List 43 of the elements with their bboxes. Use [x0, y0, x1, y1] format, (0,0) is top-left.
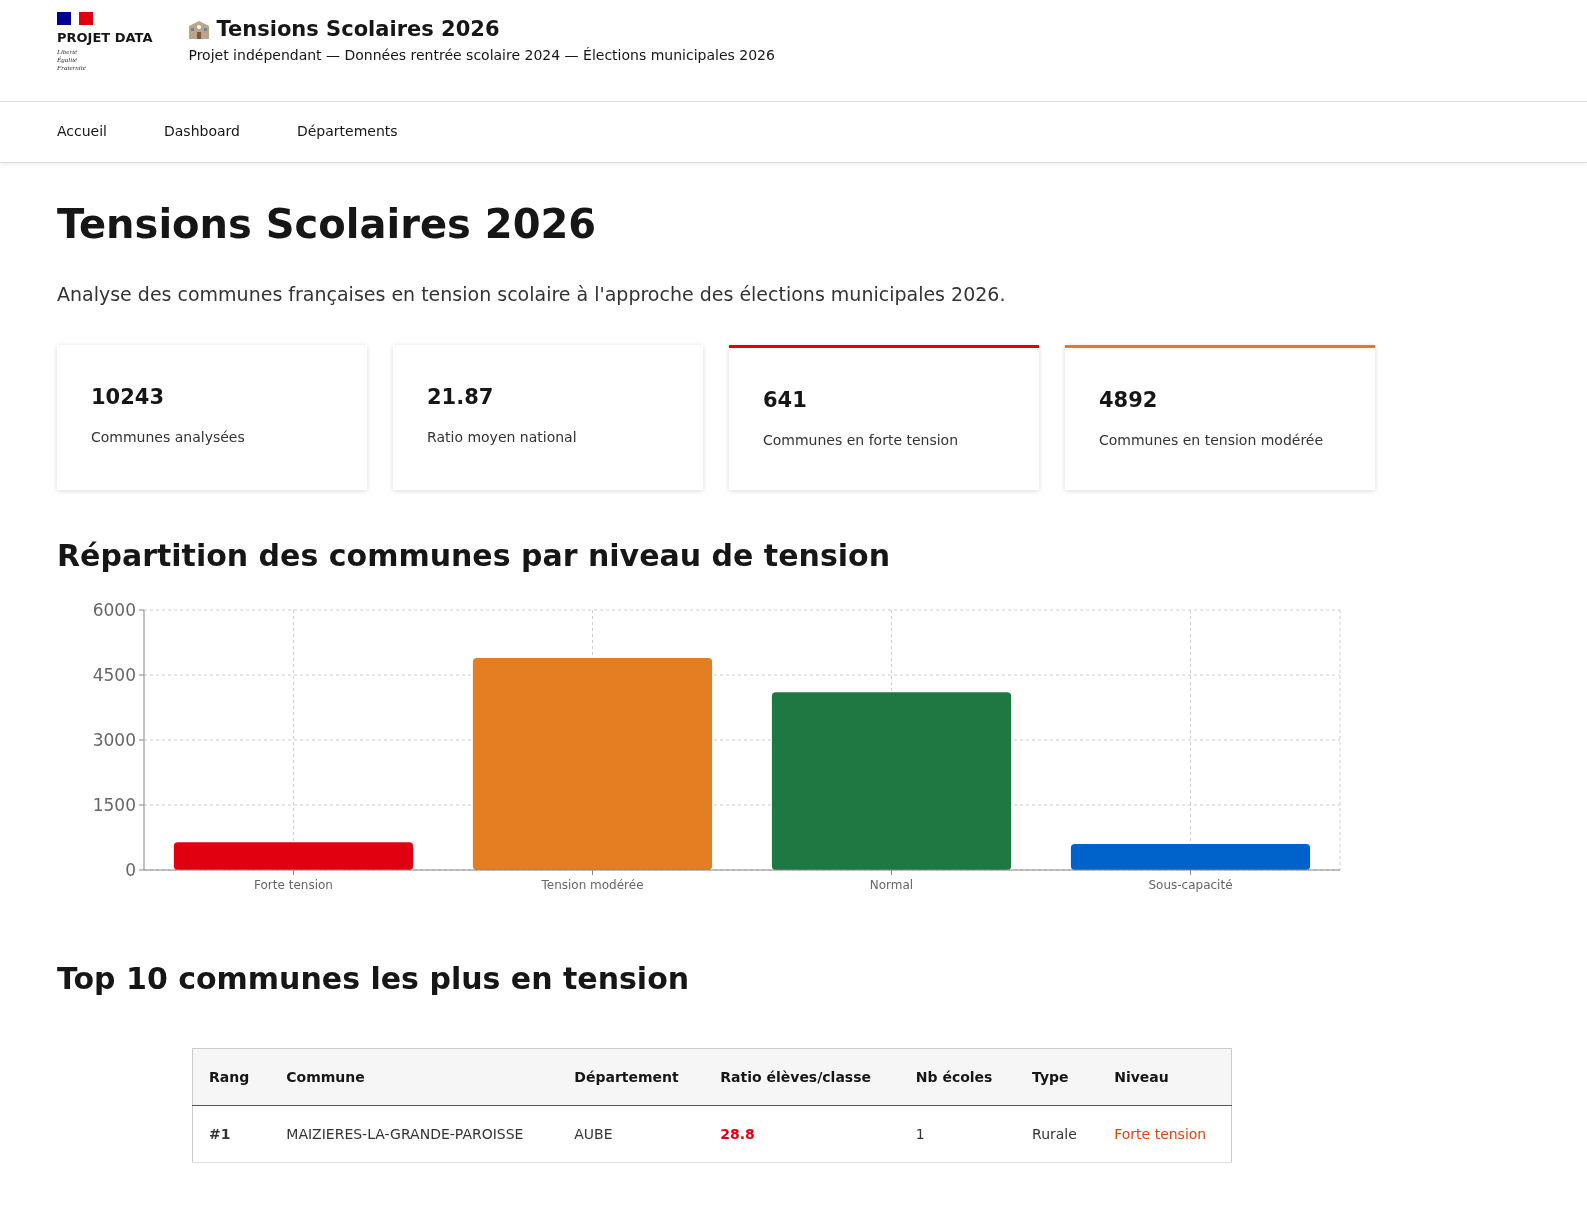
stat-label: Ratio moyen national: [427, 429, 578, 445]
nav-link[interactable]: Accueil: [57, 117, 107, 147]
table-cell: Rurale: [1016, 1105, 1099, 1163]
column-header: Département: [558, 1048, 705, 1106]
axis-label: Forte tension: [254, 878, 333, 892]
axis-label: Normal: [869, 878, 914, 892]
stat-value: 21.87: [427, 385, 495, 409]
table-cell: 1: [899, 1105, 1017, 1163]
column-header: Commune: [270, 1048, 559, 1106]
axis-label: 6000: [92, 600, 136, 620]
nav-link[interactable]: Dashboard: [164, 117, 240, 147]
nav-link[interactable]: Départements: [296, 117, 398, 147]
stat-label: Communes en tension modérée: [1099, 432, 1325, 448]
site-title: Tensions Scolaires 2026: [216, 17, 500, 41]
axis-label: Sous-capacité: [1148, 878, 1233, 892]
table-cell: AUBE: [558, 1105, 705, 1163]
stat-value: 641: [763, 388, 808, 412]
stat-value: 4892: [1099, 388, 1159, 412]
stat-value: 10243: [91, 385, 166, 409]
school-icon: [188, 19, 211, 39]
axis-label: 3000: [92, 730, 136, 750]
intro-text: Analyse des communes françaises en tension scolaire à l'approche des élections municipales 2026.: [57, 283, 1007, 305]
column-header: Rang: [192, 1048, 271, 1106]
axis-label: 4500: [92, 665, 136, 685]
column-header: Type: [1016, 1048, 1099, 1106]
table-cell: #1: [192, 1105, 271, 1163]
table-cell: MAIZIERES-LA-GRANDE-PAROISSE: [270, 1105, 559, 1163]
section-title: Répartition des communes par niveau de tension: [57, 538, 891, 573]
column-header: Niveau: [1098, 1048, 1232, 1106]
stat-label: Communes en forte tension: [763, 432, 960, 448]
stat-label: Communes analysées: [91, 429, 246, 445]
table-cell: Forte tension: [1098, 1105, 1232, 1163]
column-header: Ratio élèves/classe: [704, 1048, 900, 1106]
page-title: Tensions Scolaires 2026: [57, 201, 598, 247]
axis-label: Tension modérée: [541, 878, 644, 892]
axis-label: 0: [125, 860, 136, 880]
section-title: Top 10 communes les plus en tension: [57, 961, 691, 996]
axis-label: 1500: [92, 795, 136, 815]
site-subtitle: Projet indépendant — Données rentrée scolaire 2024 — Élections municipales 2026: [188, 47, 775, 63]
column-header: Nb écoles: [899, 1048, 1017, 1106]
brand-name: PROJET DATA: [57, 30, 153, 45]
table-cell: 28.8: [704, 1105, 900, 1163]
flag-icon: [57, 12, 93, 25]
